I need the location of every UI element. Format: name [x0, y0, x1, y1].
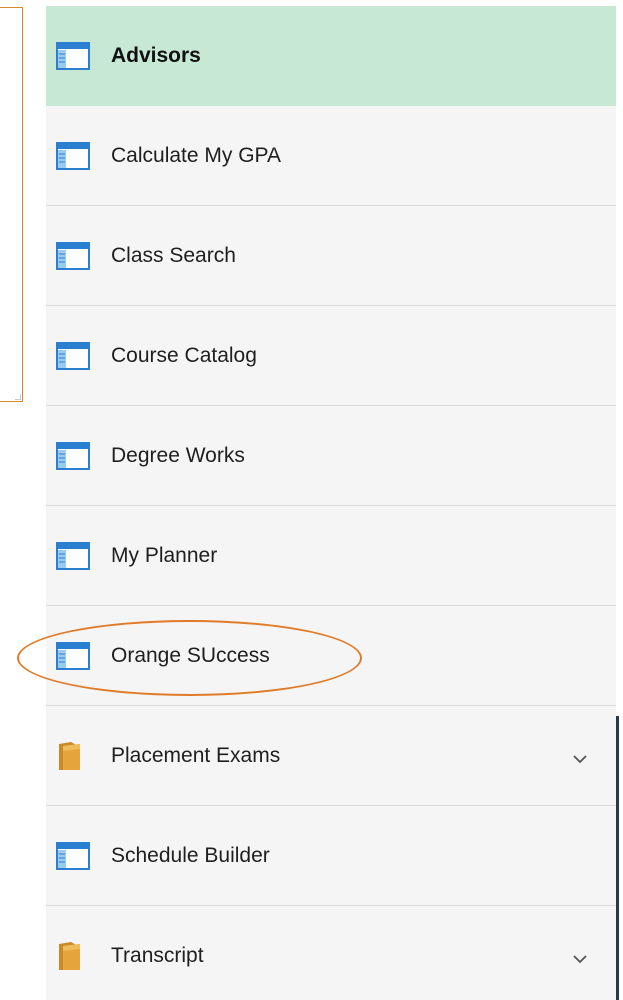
menu-item-transcript[interactable]: Transcript — [46, 906, 616, 1000]
navigation-page-icon — [56, 441, 92, 471]
menu-item-label: Orange SUccess — [111, 643, 270, 667]
chevron-down-icon[interactable] — [572, 751, 588, 763]
chevron-down-icon[interactable] — [572, 951, 588, 964]
navigation-page-icon — [56, 141, 92, 171]
menu-item-label: Transcript — [111, 944, 204, 967]
navigation-page-icon — [56, 41, 92, 71]
navigation-page-icon — [56, 641, 92, 671]
menu-item-schedule-builder[interactable]: Schedule Builder — [46, 806, 616, 906]
page: Advisors Calculate My GPA Class Search C… — [0, 0, 623, 1000]
menu-item-degree-works[interactable]: Degree Works — [46, 406, 616, 506]
folder-icon — [56, 941, 92, 971]
scrollbar[interactable] — [616, 716, 619, 1000]
menu-item-label: Class Search — [111, 243, 236, 267]
menu-item-label: Placement Exams — [111, 743, 281, 767]
resize-grip[interactable] — [15, 394, 21, 400]
menu-item-label: Advisors — [111, 43, 201, 67]
navigation-page-icon — [56, 541, 92, 571]
menu-item-class-search[interactable]: Class Search — [46, 206, 616, 306]
menu-item-label: Degree Works — [111, 443, 245, 467]
collapsed-panel — [0, 7, 23, 402]
menu-item-course-catalog[interactable]: Course Catalog — [46, 306, 616, 406]
menu-item-label: Schedule Builder — [111, 843, 270, 867]
navigation-menu: Advisors Calculate My GPA Class Search C… — [46, 6, 616, 1000]
folder-icon — [56, 741, 92, 771]
menu-item-placement-exams[interactable]: Placement Exams — [46, 706, 616, 806]
navigation-page-icon — [56, 241, 92, 271]
menu-item-orange-success[interactable]: Orange SUccess — [46, 606, 616, 706]
menu-item-label: Course Catalog — [111, 343, 257, 367]
navigation-page-icon — [56, 841, 92, 871]
menu-item-advisors[interactable]: Advisors — [46, 6, 616, 106]
menu-item-label: Calculate My GPA — [111, 143, 281, 167]
menu-item-calculate-my-gpa[interactable]: Calculate My GPA — [46, 106, 616, 206]
navigation-page-icon — [56, 341, 92, 371]
menu-item-label: My Planner — [111, 543, 218, 567]
menu-item-my-planner[interactable]: My Planner — [46, 506, 616, 606]
